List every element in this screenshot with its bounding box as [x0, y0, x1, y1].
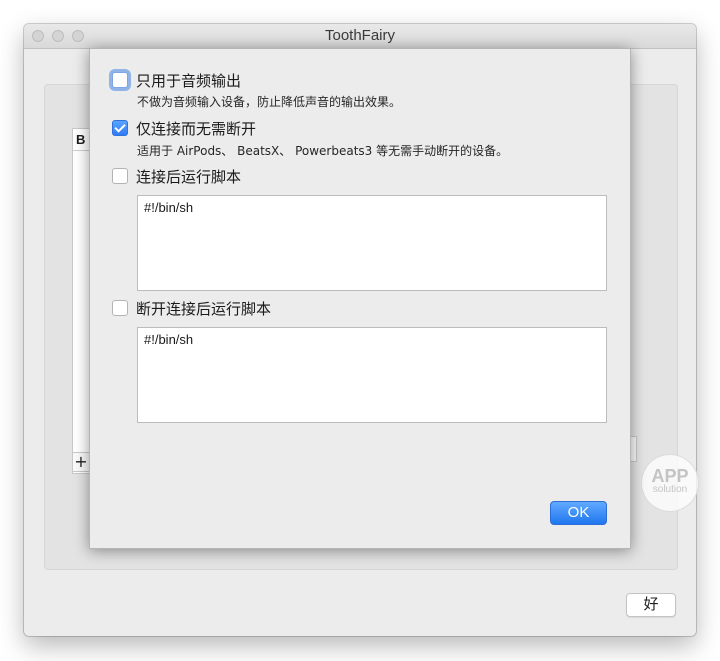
add-device-button[interactable]: + [72, 452, 90, 472]
connect-only-checkbox[interactable] [112, 120, 128, 136]
connect-only-label: 仅连接而无需断开 [136, 120, 257, 138]
audio-output-only-description: 不做为音频输入设备，防止降低声音的输出效果。 [137, 95, 402, 109]
connect-script-textarea[interactable]: #!/bin/sh [137, 195, 607, 291]
disconnect-script-textarea[interactable]: #!/bin/sh [137, 327, 607, 423]
run-script-on-disconnect-label: 断开连接后运行脚本 [136, 300, 272, 318]
connect-only-description: 适用于 AirPods、 BeatsX、 Powerbeats3 等无需手动断开… [137, 144, 509, 158]
device-list-header: B [73, 129, 89, 151]
audio-output-only-label: 只用于音频输出 [136, 72, 242, 90]
title-bar[interactable]: ToothFairy [24, 24, 696, 49]
background-button-edge[interactable] [630, 436, 637, 462]
run-script-on-disconnect-checkbox[interactable] [112, 300, 128, 316]
window-title: ToothFairy [324, 27, 396, 44]
audio-output-only-checkbox[interactable] [112, 72, 128, 88]
ok-button[interactable]: OK [550, 501, 607, 525]
run-script-on-connect-checkbox[interactable] [112, 168, 128, 184]
device-list[interactable]: B [72, 128, 90, 474]
run-script-on-connect-label: 连接后运行脚本 [136, 168, 242, 186]
watermark-logo: APP solution [641, 454, 699, 512]
done-button[interactable]: 好 [626, 593, 676, 617]
